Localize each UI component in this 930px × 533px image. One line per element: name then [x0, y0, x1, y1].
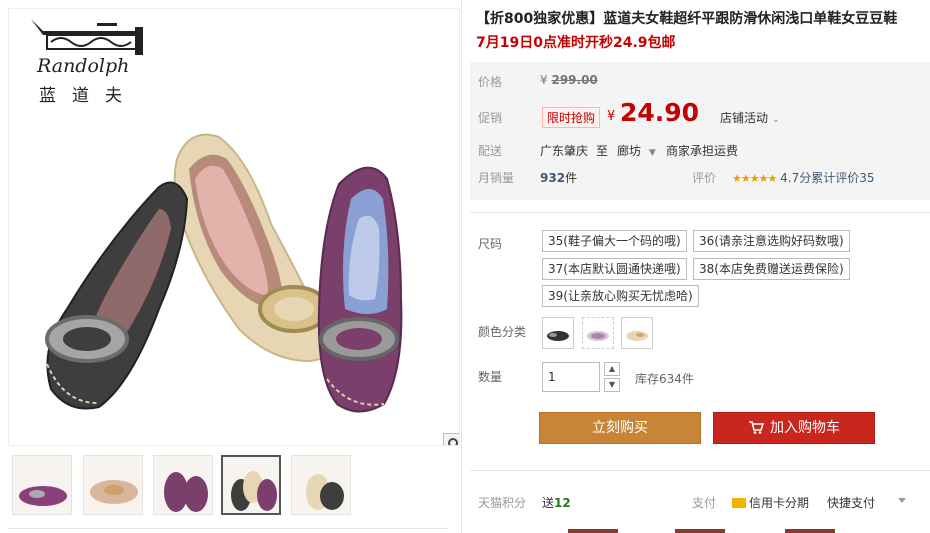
- cutoff-tag: [675, 529, 725, 533]
- gallery-divider: [8, 528, 448, 529]
- payment-label: 支付: [692, 496, 717, 510]
- original-price: ¥ 299.00: [540, 73, 598, 87]
- original-price-label: 价格: [478, 75, 503, 89]
- size-option-36[interactable]: 36(请亲注意选购好码数哦): [693, 230, 850, 252]
- footer-divider: [470, 470, 930, 471]
- rating-score: 4.7分: [780, 171, 812, 185]
- quantity-decrease-icon[interactable]: ▼: [604, 378, 620, 392]
- points-reward: 送12: [542, 494, 571, 511]
- thumbnail-strip: [12, 455, 452, 519]
- promo-label: 促销: [478, 111, 503, 125]
- delivery-to-word: 至: [596, 144, 609, 158]
- monthly-sales-unit: 件: [565, 171, 578, 185]
- credit-card-icon: [732, 498, 746, 508]
- shoes-illustration: [45, 133, 403, 413]
- points-value: 12: [554, 496, 571, 510]
- delivery-destination[interactable]: 廊坊 ▼: [617, 142, 656, 159]
- payment-dropdown-icon[interactable]: [898, 498, 906, 503]
- size-option-39[interactable]: 39(让亲放心购买无忧虑哈): [542, 285, 699, 307]
- add-to-cart-label: 加入购物车: [770, 420, 840, 436]
- thumbnail-3[interactable]: [153, 455, 213, 515]
- section-divider: [470, 212, 930, 213]
- product-gallery: Randolph 蓝道夫: [0, 0, 462, 533]
- color-option-black[interactable]: [542, 317, 574, 349]
- current-price-symbol: ¥: [607, 109, 616, 124]
- color-option-floral[interactable]: [582, 317, 614, 349]
- add-to-cart-button[interactable]: 加入购物车: [713, 412, 875, 444]
- monthly-sales-count: 932: [540, 171, 566, 185]
- shipping-note: 商家承担运费: [666, 144, 739, 158]
- store-activity-label: 店铺活动: [720, 111, 769, 125]
- main-product-image[interactable]: Randolph 蓝道夫: [8, 8, 460, 446]
- credit-card-installment-label: 信用卡分期: [749, 496, 810, 510]
- color-option-beige[interactable]: [621, 317, 653, 349]
- product-title: 【折800独家优惠】蓝道夫女鞋超纤平跟防滑休闲浅口单鞋女豆豆鞋: [476, 11, 898, 27]
- review-count: 累计评价35: [811, 171, 875, 185]
- chevron-down-icon: ⌄: [771, 115, 780, 125]
- star-rating-icon: ★★★★★: [732, 172, 777, 185]
- size-label: 尺码: [478, 237, 503, 251]
- quick-pay[interactable]: 快捷支付: [827, 494, 875, 511]
- cutoff-tag: [785, 529, 835, 533]
- current-price: 24.90: [620, 98, 700, 127]
- black-shoe: [45, 181, 189, 410]
- delivery-from: 广东肇庆: [540, 144, 589, 158]
- color-label: 颜色分类: [478, 325, 527, 339]
- delivery-label: 配送: [478, 144, 503, 158]
- delivery-destination-label: 廊坊: [617, 144, 642, 158]
- monthly-sales-label: 月销量: [478, 171, 515, 185]
- size-option-37[interactable]: 37(本店默认圆通快递哦): [542, 258, 687, 280]
- credit-card-installment[interactable]: 信用卡分期: [732, 494, 809, 511]
- original-price-value: 299.00: [551, 73, 598, 87]
- thumbnail-pointer: [248, 455, 260, 456]
- cutoff-tag: [568, 529, 618, 533]
- points-label: 天猫积分: [478, 496, 527, 510]
- beige-shoe: [173, 133, 331, 363]
- buy-now-button[interactable]: 立刻购买: [539, 412, 701, 444]
- stock-count: 库存634件: [635, 372, 694, 386]
- thumbnail-1[interactable]: [12, 455, 72, 515]
- thumbnail-4[interactable]: [221, 455, 281, 515]
- product-subtitle: 7月19日0点准时开秒24.9包邮: [476, 35, 676, 51]
- triangle-down-icon: ▼: [648, 148, 656, 158]
- zoom-icon[interactable]: [443, 433, 459, 445]
- thumbnail-5[interactable]: [291, 455, 351, 515]
- flash-sale-badge: 限时抢购: [542, 107, 601, 128]
- size-option-35[interactable]: 35(鞋子偏大一个码的哦): [542, 230, 687, 252]
- rating-label: 评价: [692, 171, 717, 185]
- thumbnail-2[interactable]: [83, 455, 143, 515]
- rating-link[interactable]: ★★★★★ 4.7分累计评价35: [732, 169, 875, 186]
- cutoff-row: [470, 526, 930, 533]
- product-info: 【折800独家优惠】蓝道夫女鞋超纤平跟防滑休闲浅口单鞋女豆豆鞋 7月19日0点准…: [470, 0, 930, 533]
- quantity-input[interactable]: 1: [542, 362, 600, 392]
- original-price-symbol: ¥: [540, 73, 548, 87]
- cart-icon: [749, 421, 765, 434]
- points-prefix: 送: [542, 496, 555, 510]
- store-activity-dropdown[interactable]: 店铺活动 ⌄: [720, 109, 779, 126]
- monthly-sales: 932件: [540, 169, 577, 186]
- quantity-label: 数量: [478, 370, 503, 384]
- quantity-increase-icon[interactable]: ▲: [604, 362, 620, 376]
- purple-shoe: [317, 166, 403, 413]
- size-option-38[interactable]: 38(本店免费赠送运费保险): [693, 258, 850, 280]
- price-panel: 价格 ¥ 299.00 促销 限时抢购 ¥ 24.90 店铺活动 ⌄ 配送 广东…: [470, 62, 930, 200]
